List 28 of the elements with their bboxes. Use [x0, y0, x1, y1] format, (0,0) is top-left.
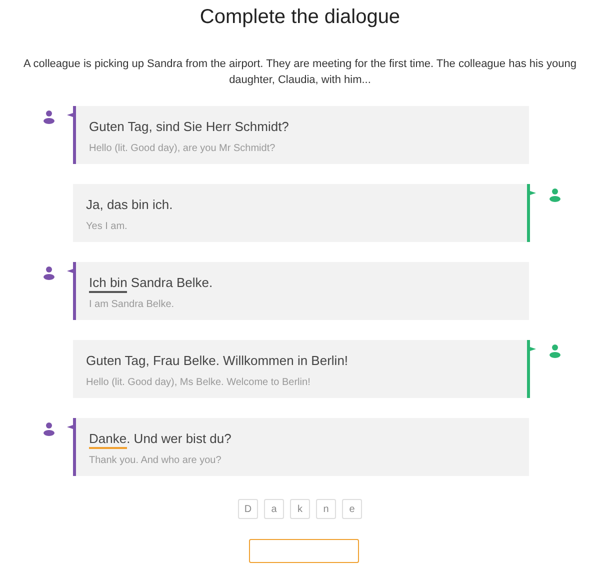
person-icon	[43, 110, 55, 124]
dialogue-line: Danke. Und wer bist du?	[89, 431, 516, 447]
dialogue-line: Guten Tag, sind Sie Herr Schmidt?	[89, 119, 290, 135]
person-icon	[43, 422, 55, 436]
letter-tile[interactable]: n	[316, 499, 336, 519]
person-icon	[549, 188, 561, 202]
intro-text: A colleague is picking up Sandra from the airport. They are meeting for the first time. The colleague has his young daughter, Claudia, with him...	[22, 57, 578, 88]
letter-tile[interactable]: e	[342, 499, 362, 519]
speaker-bar	[527, 340, 536, 398]
dialogue-line: Ich bin Sandra Belke.	[89, 275, 516, 291]
person-icon	[549, 344, 561, 358]
translation-text: Thank you. And who are you?	[89, 454, 222, 467]
translation-text: Hello (lit. Good day), Ms Belke. Welcome to Berlin!	[86, 376, 312, 389]
speaker-bar	[527, 184, 536, 242]
speaker-bar	[67, 418, 76, 476]
page-title: Complete the dialogue	[198, 5, 402, 29]
speaker-bar	[67, 106, 76, 164]
outlined-button[interactable]	[249, 539, 359, 563]
dialogue-line: Guten Tag, Frau Belke. Willkommen in Berlin!	[86, 353, 350, 369]
letter-tile[interactable]: k	[290, 499, 310, 519]
person-icon	[43, 266, 55, 280]
letter-tile[interactable]: a	[264, 499, 284, 519]
speaker-bar	[67, 262, 76, 320]
translation-text: Hello (lit. Good day), are you Mr Schmidt?	[89, 142, 276, 155]
letter-tile[interactable]: D	[238, 499, 258, 519]
translation-text: I am Sandra Belke.	[89, 298, 176, 311]
dialogue-line: Ja, das bin ich.	[86, 197, 174, 213]
translation-text: Yes I am.	[86, 220, 128, 233]
